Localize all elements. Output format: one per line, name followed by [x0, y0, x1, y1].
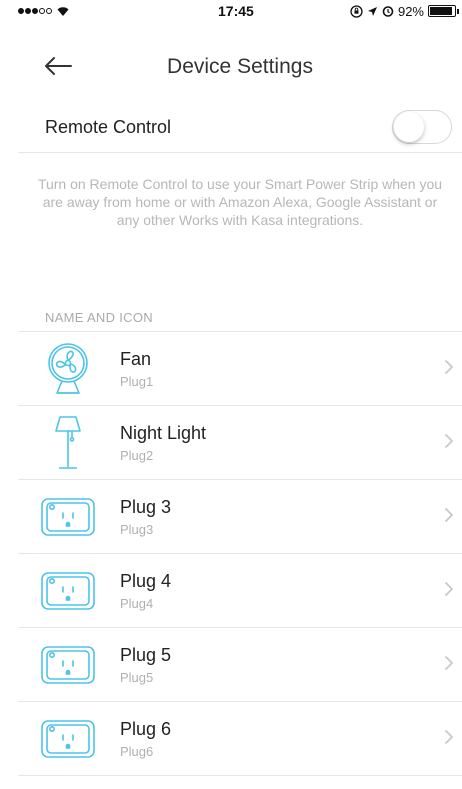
list-item-fan[interactable]: Fan Plug1 — [18, 332, 462, 406]
chevron-right-icon — [445, 508, 453, 522]
device-settings-screen: 17:45 92% Device Settings Remote Control — [18, 0, 462, 789]
outlet-icon — [38, 635, 98, 695]
location-arrow-icon — [367, 6, 377, 16]
device-name: Plug 6 — [120, 719, 172, 739]
device-text: Fan Plug1 — [120, 348, 153, 389]
status-bar: 17:45 92% — [18, 0, 462, 22]
remote-control-label: Remote Control — [45, 116, 172, 137]
list-item-night-light[interactable]: Night Light Plug2 — [18, 406, 462, 480]
chevron-right-icon — [445, 582, 453, 596]
outlet-icon — [38, 561, 98, 621]
device-name: Plug 5 — [120, 645, 172, 665]
signal-strength-icon — [18, 8, 52, 14]
battery-icon — [428, 5, 459, 17]
wifi-icon — [57, 7, 69, 16]
section-header-name-and-icon: NAME AND ICON — [18, 299, 462, 332]
device-plug: Plug4 — [120, 596, 154, 611]
device-text: Plug 6 Plug6 — [120, 718, 171, 759]
device-plug: Plug3 — [120, 522, 154, 537]
remote-control-description: Turn on Remote Control to use your Smart… — [37, 176, 443, 228]
outlet-icon — [38, 709, 98, 769]
lamp-icon — [38, 413, 98, 473]
signal-area — [18, 5, 70, 17]
device-plug: Plug6 — [120, 744, 154, 759]
device-name: Plug 3 — [120, 497, 172, 517]
device-name: Plug 4 — [120, 571, 172, 591]
alarm-icon — [382, 6, 394, 17]
device-text: Plug 4 Plug4 — [120, 570, 171, 611]
device-plug: Plug1 — [120, 374, 154, 389]
battery-percent: 92% — [397, 3, 424, 19]
nav-header: Device Settings — [18, 42, 462, 92]
device-name: Fan — [120, 349, 152, 369]
status-time: 17:45 — [218, 3, 254, 19]
chevron-right-icon — [445, 730, 453, 744]
chevron-right-icon — [445, 656, 453, 670]
device-text: Plug 3 Plug3 — [120, 496, 171, 537]
fan-icon — [38, 339, 98, 399]
device-text: Plug 5 Plug5 — [120, 644, 171, 685]
chevron-right-icon — [445, 434, 453, 448]
orientation-lock-icon — [350, 4, 363, 18]
device-text: Night Light Plug2 — [120, 422, 206, 463]
list-item-plug-5[interactable]: Plug 5 Plug5 — [18, 628, 462, 702]
chevron-right-icon — [445, 360, 453, 374]
device-plug: Plug5 — [120, 670, 154, 685]
remote-control-row: Remote Control — [18, 102, 462, 153]
remote-control-toggle[interactable] — [392, 110, 452, 144]
back-arrow-icon[interactable] — [44, 56, 72, 76]
outlet-icon — [38, 487, 98, 547]
device-list: Fan Plug1 Night Light Plug2 Plug 3 Plug3… — [18, 332, 462, 776]
page-title: Device Settings — [167, 55, 313, 78]
toggle-knob — [394, 112, 424, 142]
device-plug: Plug2 — [120, 448, 154, 463]
status-right: 92% — [350, 3, 459, 19]
list-item-plug-3[interactable]: Plug 3 Plug3 — [18, 480, 462, 554]
device-name: Night Light — [120, 423, 207, 443]
list-item-plug-4[interactable]: Plug 4 Plug4 — [18, 554, 462, 628]
list-item-plug-6[interactable]: Plug 6 Plug6 — [18, 702, 462, 776]
